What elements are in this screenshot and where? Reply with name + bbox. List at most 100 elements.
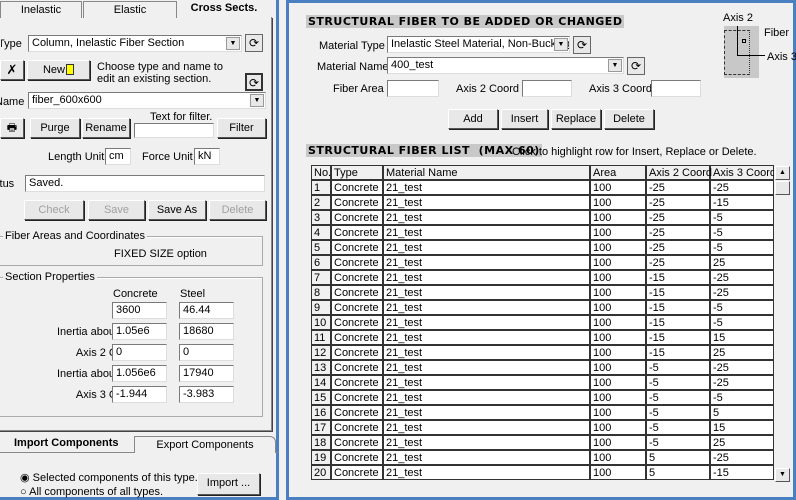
chevron-down-icon[interactable]: ▼	[608, 59, 622, 72]
rename-button[interactable]: Rename	[82, 118, 130, 138]
table-row[interactable]: 8 Concrete 21_test 100 -15 -25	[311, 285, 774, 300]
table-cell: 21_test	[383, 390, 590, 405]
table-row[interactable]: 10 Concrete 21_test 100 -15 -5	[311, 315, 774, 330]
table-row[interactable]: 11 Concrete 21_test 100 -15 15	[311, 330, 774, 345]
tab-elastic[interactable]: Elastic	[83, 1, 177, 18]
fiber-table: No. Type Material Name Area Axis 2 Coord Axis…	[311, 165, 774, 480]
table-cell: -5	[646, 405, 710, 420]
table-cell: 7	[311, 270, 331, 285]
table-cell: 100	[590, 420, 646, 435]
scroll-thumb[interactable]	[775, 181, 790, 195]
material-type-select[interactable]: Inelastic Steel Material, Non-Buckling ▼	[387, 36, 570, 53]
column-header: Material Name	[383, 165, 590, 180]
name-select[interactable]: fiber_600x600 ▼	[28, 92, 266, 109]
table-row[interactable]: 13 Concrete 21_test 100 -5 -25	[311, 360, 774, 375]
table-row[interactable]: 3 Concrete 21_test 100 -25 -5	[311, 210, 774, 225]
tab-export-components[interactable]: Export Components	[134, 436, 276, 453]
chevron-down-icon[interactable]: ▼	[554, 38, 568, 51]
table-row[interactable]: 17 Concrete 21_test 100 -5 15	[311, 420, 774, 435]
table-cell: -15	[646, 285, 710, 300]
draw-button[interactable]: ✗	[0, 60, 24, 80]
table-cell: 19	[311, 450, 331, 465]
table-cell: 15	[710, 420, 774, 435]
refresh-icon[interactable]: ⟳	[245, 34, 263, 52]
radio-all[interactable]: ○ All components of all types.	[20, 486, 163, 498]
fiber-area-input[interactable]	[387, 80, 439, 97]
table-cell: 16	[311, 405, 331, 420]
table-row[interactable]: 19 Concrete 21_test 100 5 -25	[311, 450, 774, 465]
new-button[interactable]: New	[27, 60, 90, 80]
table-scrollbar[interactable]: ▲ ▼	[775, 166, 790, 486]
tab-import-components[interactable]: Import Components	[0, 435, 133, 452]
table-cell: -5	[646, 390, 710, 405]
refresh-names-icon[interactable]: ⟳	[245, 73, 263, 91]
chevron-down-icon[interactable]: ▼	[250, 94, 264, 107]
filter-input[interactable]	[134, 123, 214, 138]
check-button[interactable]: Check	[24, 200, 84, 220]
table-cell: 18	[311, 435, 331, 450]
column-header: Type	[331, 165, 383, 180]
save-button[interactable]: Save	[88, 200, 145, 220]
table-cell: 25	[710, 345, 774, 360]
delete-fiber-button[interactable]: Delete	[604, 109, 654, 129]
table-row[interactable]: 16 Concrete 21_test 100 -5 5	[311, 405, 774, 420]
table-cell: 13	[311, 360, 331, 375]
table-cell: -15	[710, 195, 774, 210]
fiber-table-container: No. Type Material Name Area Axis 2 Coord Axis…	[311, 165, 774, 495]
tab-cross-sects[interactable]: Cross Sects.	[178, 0, 270, 17]
table-cell: -25	[646, 225, 710, 240]
filter-button[interactable]: Filter	[217, 118, 266, 138]
insert-button[interactable]: Insert	[501, 109, 548, 129]
table-row[interactable]: 12 Concrete 21_test 100 -15 25	[311, 345, 774, 360]
table-cell: Concrete	[331, 465, 383, 480]
table-row[interactable]: 4 Concrete 21_test 100 -25 -5	[311, 225, 774, 240]
import-button[interactable]: Import ...	[197, 473, 260, 495]
table-cell: Concrete	[331, 405, 383, 420]
tab-inelastic[interactable]: Inelastic	[0, 1, 82, 18]
print-button[interactable]: 🖶	[0, 118, 24, 138]
table-cell: Concrete	[331, 300, 383, 315]
table-row[interactable]: 5 Concrete 21_test 100 -25 -5	[311, 240, 774, 255]
table-row[interactable]: 15 Concrete 21_test 100 -5 -5	[311, 390, 774, 405]
table-row[interactable]: 2 Concrete 21_test 100 -25 -15	[311, 195, 774, 210]
save-as-button[interactable]: Save As	[148, 200, 206, 220]
table-cell: 20	[311, 465, 331, 480]
replace-button[interactable]: Replace	[551, 109, 601, 129]
table-cell: 21_test	[383, 345, 590, 360]
column-header: No.	[311, 165, 331, 180]
radio-selected[interactable]: ◉ Selected components of this type.	[20, 471, 198, 484]
table-cell: 15	[710, 330, 774, 345]
type-select[interactable]: Column, Inelastic Fiber Section ▼	[28, 35, 242, 52]
table-cell: Concrete	[331, 210, 383, 225]
axis3-coord-input[interactable]	[651, 80, 701, 97]
type-label: Type	[0, 38, 22, 50]
delete-button[interactable]: Delete	[209, 200, 266, 220]
table-cell: 100	[590, 285, 646, 300]
table-row[interactable]: 1 Concrete 21_test 100 -25 -25	[311, 180, 774, 195]
table-row[interactable]: 7 Concrete 21_test 100 -15 -25	[311, 270, 774, 285]
table-row[interactable]: 14 Concrete 21_test 100 -5 -25	[311, 375, 774, 390]
diagram-axis2-label: Axis 2	[723, 12, 753, 24]
table-cell: 100	[590, 330, 646, 345]
table-cell: 2	[311, 195, 331, 210]
table-cell: 5	[710, 405, 774, 420]
refresh-material-name-icon[interactable]: ⟳	[627, 57, 645, 75]
chevron-down-icon[interactable]: ▼	[226, 37, 240, 50]
table-row[interactable]: 18 Concrete 21_test 100 -5 25	[311, 435, 774, 450]
purge-button[interactable]: Purge	[30, 118, 80, 138]
add-button[interactable]: Add	[448, 109, 498, 129]
scroll-up-icon[interactable]: ▲	[775, 166, 790, 180]
table-row[interactable]: 20 Concrete 21_test 100 5 -15	[311, 465, 774, 480]
refresh-material-type-icon[interactable]: ⟳	[573, 36, 591, 54]
table-row[interactable]: 9 Concrete 21_test 100 -15 -5	[311, 300, 774, 315]
table-cell: 21_test	[383, 375, 590, 390]
fiber-list-hint: Click to highlight row for Insert, Repla…	[512, 146, 757, 158]
table-cell: Concrete	[331, 240, 383, 255]
axis2-coord-input[interactable]	[522, 80, 572, 97]
material-name-select[interactable]: 400_test ▼	[387, 57, 624, 74]
scroll-down-icon[interactable]: ▼	[775, 468, 790, 482]
table-cell: Concrete	[331, 180, 383, 195]
table-cell: 21_test	[383, 195, 590, 210]
table-cell: -25	[710, 450, 774, 465]
table-row[interactable]: 6 Concrete 21_test 100 -25 25	[311, 255, 774, 270]
